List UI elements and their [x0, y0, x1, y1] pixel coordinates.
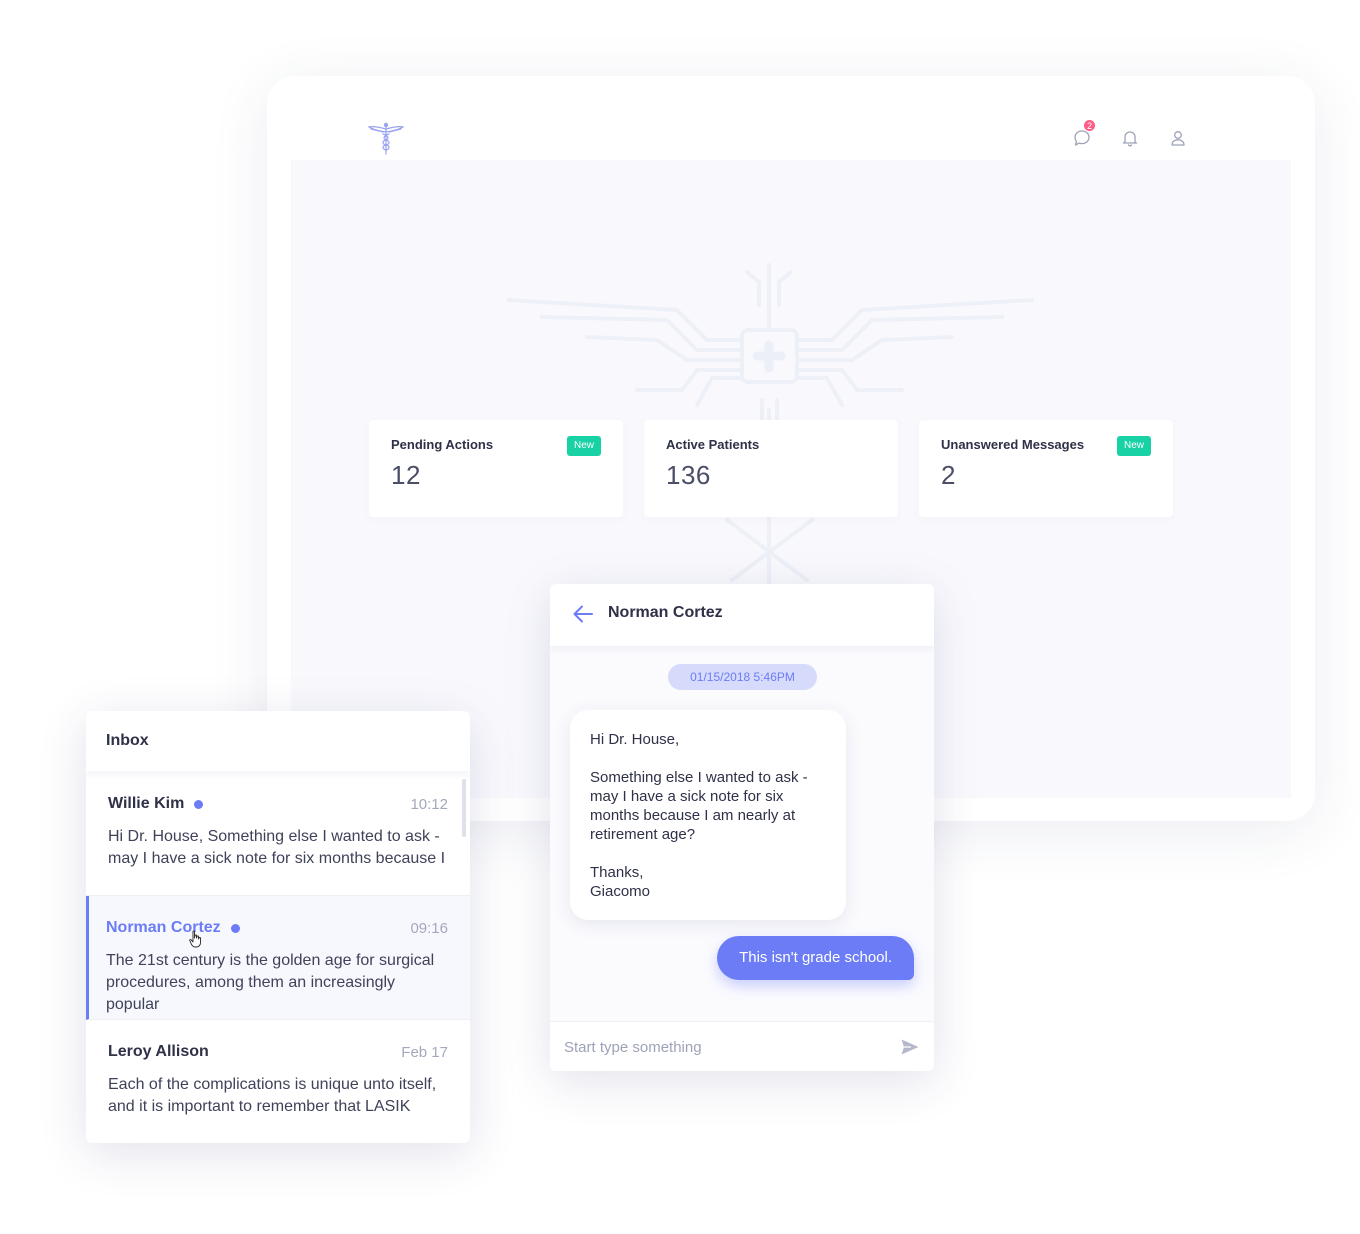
date-pill: 01/15/2018 5:46PM [668, 664, 817, 690]
sender-name: Leroy Allison [108, 1043, 209, 1060]
stat-card-active-patients[interactable]: Active Patients 136 [644, 420, 898, 517]
inbox-title: Inbox [86, 711, 470, 771]
inbox-message-leroy-allison[interactable]: Leroy Allison Feb 17 Each of the complic… [86, 1020, 470, 1143]
hand-cursor-icon [189, 930, 201, 948]
notification-count-badge: 2 [1083, 119, 1096, 132]
sender-name: Willie Kim [108, 795, 185, 812]
chat-icon[interactable]: 2 [1073, 119, 1096, 147]
stat-title: Unanswered Messages [941, 437, 1085, 452]
stat-value: 12 [391, 460, 421, 490]
unread-dot [230, 923, 240, 933]
new-badge: New [566, 436, 601, 456]
message-time: 09:16 [410, 920, 448, 937]
incoming-message-bubble: Hi Dr. House, Something else I wanted to… [570, 710, 846, 920]
sender-name: Norman Cortez [106, 919, 221, 936]
bell-icon[interactable] [1121, 129, 1139, 147]
stat-value: 136 [666, 460, 711, 490]
chat-messages-area: 01/15/2018 5:46PM Hi Dr. House, Somethin… [550, 646, 934, 1021]
chat-panel: Norman Cortez 01/15/2018 5:46PM Hi Dr. H… [550, 584, 934, 1071]
message-time: 10:12 [410, 796, 448, 813]
stat-value: 2 [941, 460, 956, 490]
inbox-scrollbar[interactable] [462, 779, 466, 837]
user-icon[interactable] [1169, 129, 1187, 147]
inbox-message-norman-cortez[interactable]: Norman Cortez 09:16 The 21st century is … [86, 896, 470, 1020]
stat-title: Active Patients [666, 437, 760, 452]
chat-header: Norman Cortez [550, 584, 934, 646]
new-badge: New [1116, 436, 1151, 456]
stat-card-pending-actions[interactable]: Pending Actions 12 New [369, 420, 623, 517]
top-navigation-bar: 2 [291, 100, 1291, 160]
back-arrow-icon[interactable] [572, 604, 594, 624]
unread-dot [194, 799, 204, 809]
sender-name-row: Leroy Allison [108, 1043, 209, 1061]
message-time: Feb 17 [401, 1044, 448, 1061]
caduceus-logo-icon[interactable] [367, 122, 405, 156]
inbox-message-willie-kim[interactable]: Willie Kim 10:12 Hi Dr. House, Something… [86, 772, 470, 896]
stat-title: Pending Actions [391, 437, 494, 452]
stat-card-unanswered-messages[interactable]: Unanswered Messages 2 New [919, 420, 1173, 517]
sender-name-row: Willie Kim [108, 795, 204, 813]
message-input[interactable] [564, 1032, 884, 1062]
inbox-panel: Inbox Willie Kim 10:12 Hi Dr. House, Som… [86, 711, 470, 1143]
send-icon[interactable] [900, 1037, 920, 1057]
message-preview: Each of the complications is unique unto… [108, 1076, 437, 1115]
chat-contact-name: Norman Cortez [608, 604, 723, 621]
chat-input-row [550, 1021, 934, 1071]
message-preview: The 21st century is the golden age for s… [106, 952, 435, 1013]
outgoing-message-bubble: This isn't grade school. [717, 936, 914, 980]
message-preview: Hi Dr. House, Something else I wanted to… [108, 828, 446, 867]
sender-name-row: Norman Cortez [106, 919, 240, 937]
